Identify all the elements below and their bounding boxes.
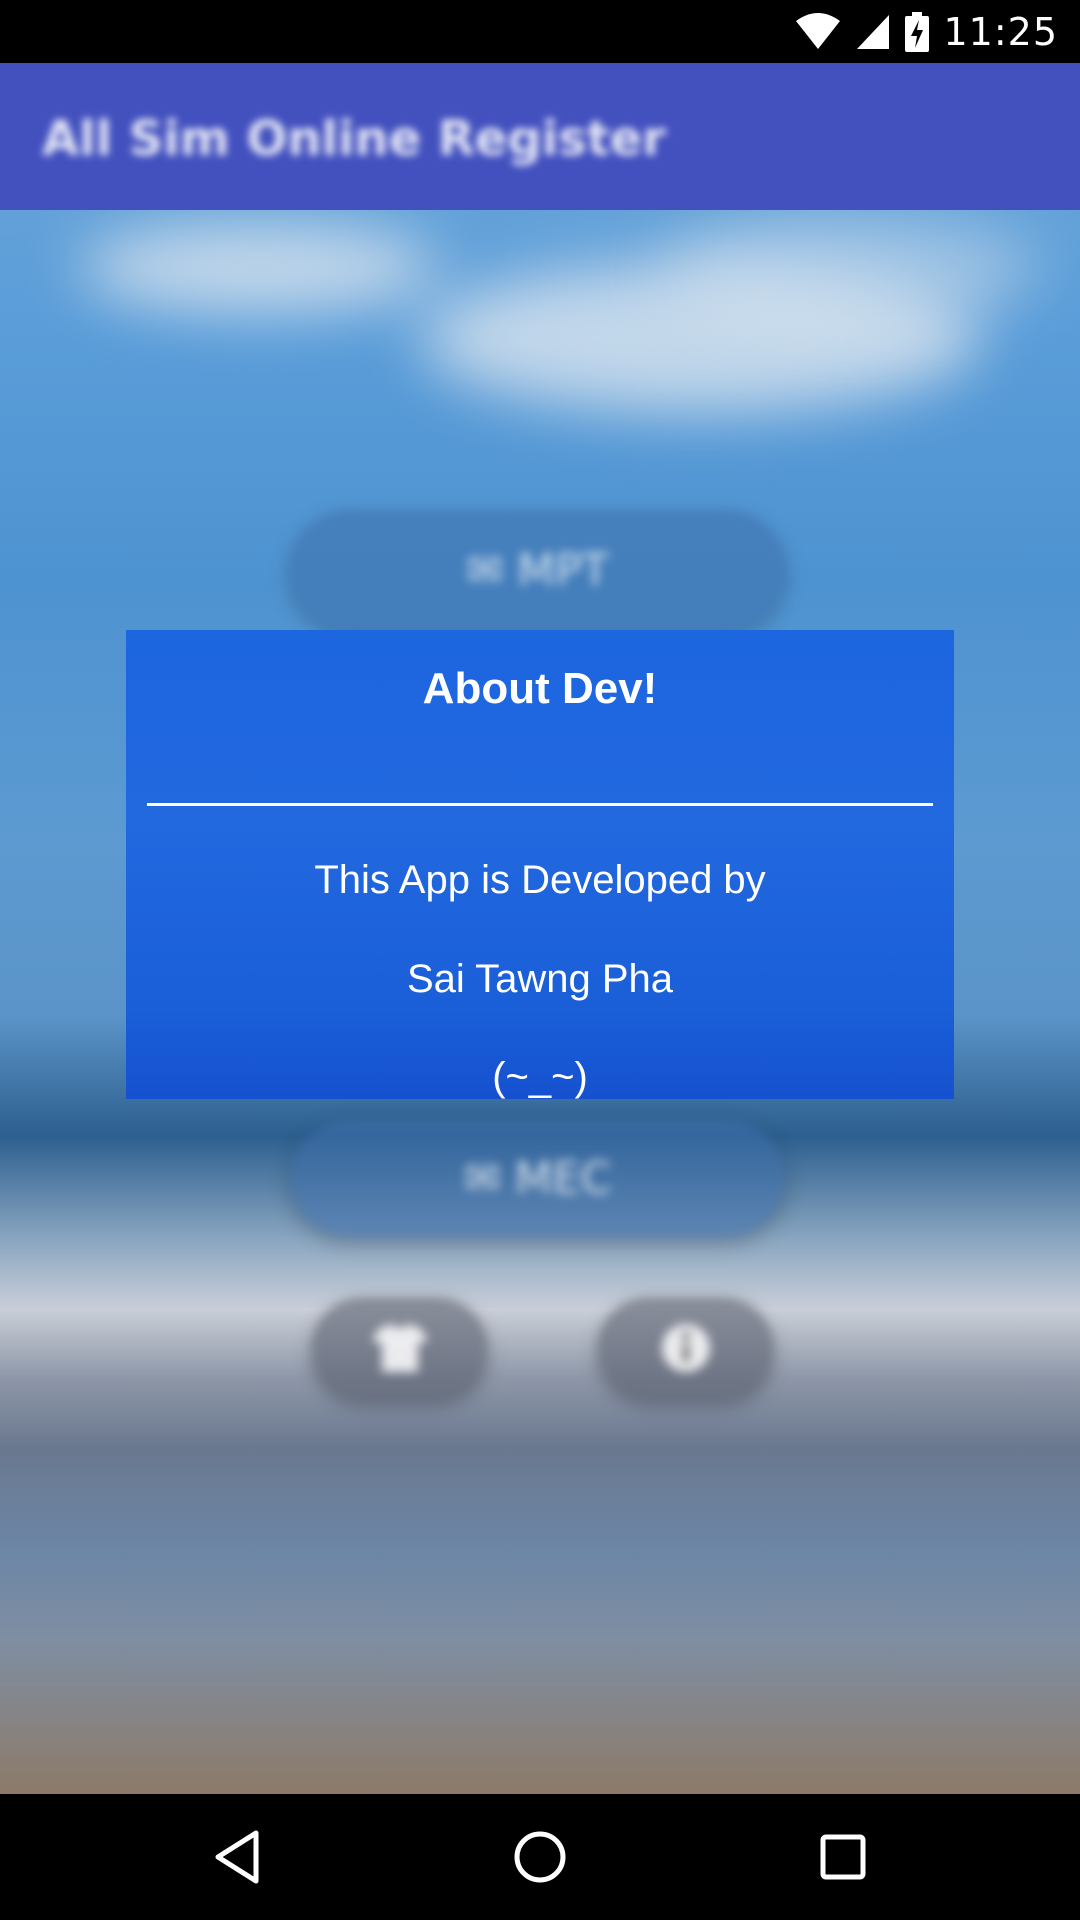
shirt-button[interactable]	[312, 1298, 487, 1398]
background-cloud	[80, 223, 440, 313]
dialog-text-developer-name: Sai Tawng Pha	[406, 957, 674, 1001]
home-button[interactable]	[507, 1824, 573, 1890]
dialog-text-emoticon: (~_~)	[492, 1055, 588, 1099]
app-bar: All Sim Online Register	[0, 63, 1080, 210]
dialog-text-developed-by: This App is Developed by	[314, 858, 766, 902]
dialog-title: About Dev!	[422, 664, 658, 713]
status-icons: 11:25	[795, 0, 1058, 63]
cell-signal-icon	[857, 14, 890, 49]
dialog-divider	[147, 803, 933, 806]
mpt-button[interactable]: ✉ MPT	[290, 511, 785, 629]
app-title: All Sim Online Register	[42, 111, 666, 167]
status-bar: 11:25	[0, 0, 1080, 63]
navigation-bar	[0, 1794, 1080, 1920]
back-icon	[215, 1830, 259, 1884]
battery-charging-icon	[905, 11, 930, 52]
background-cloud	[660, 213, 1040, 323]
status-time: 11:25	[943, 9, 1058, 54]
about-dialog[interactable]: About Dev! This App is Developed by Sai …	[126, 630, 954, 1099]
wifi-icon	[796, 12, 841, 49]
info-button[interactable]	[598, 1298, 773, 1398]
info-icon	[661, 1324, 710, 1372]
shirt-icon	[371, 1324, 428, 1372]
recents-button[interactable]	[810, 1824, 876, 1890]
home-icon	[514, 1831, 566, 1883]
mec-button[interactable]: ✉ MEC	[290, 1119, 785, 1237]
back-button[interactable]	[204, 1824, 270, 1890]
recents-icon	[820, 1834, 866, 1880]
